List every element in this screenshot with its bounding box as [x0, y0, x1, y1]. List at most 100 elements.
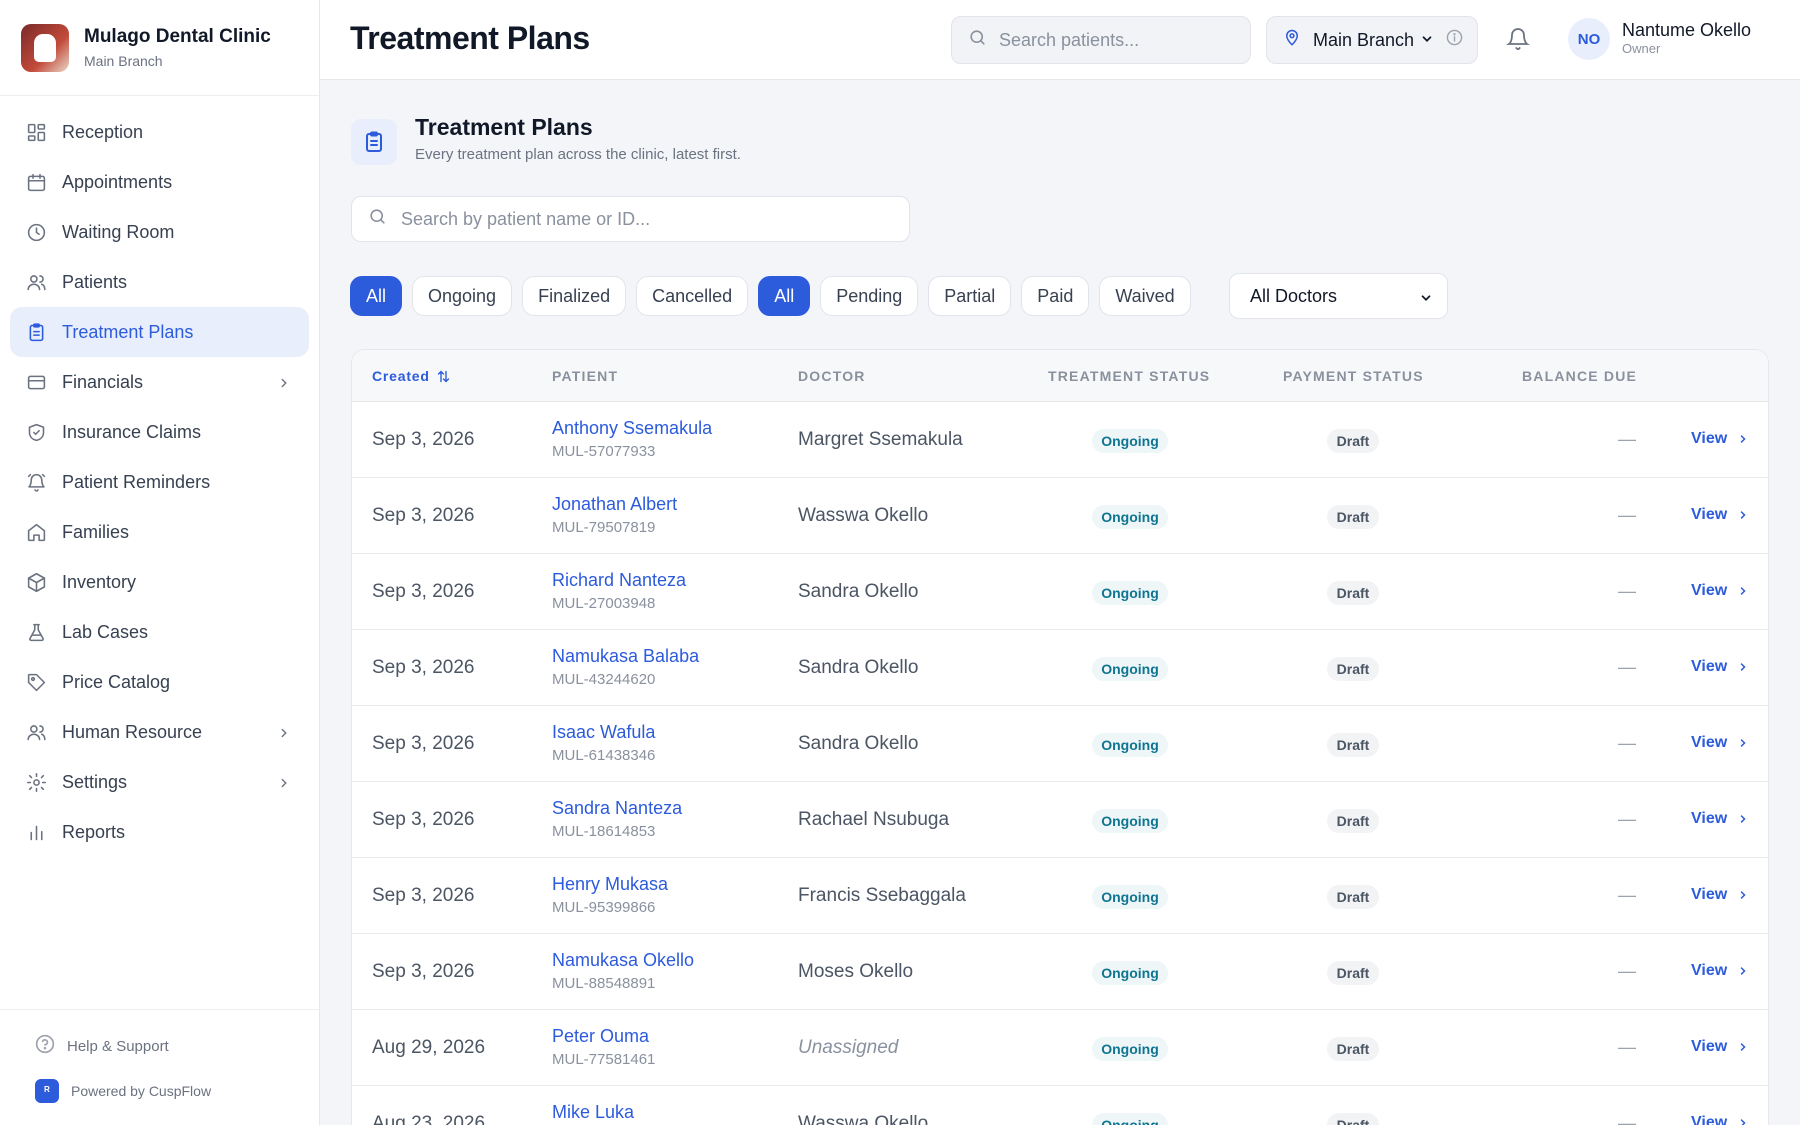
patient-search-input[interactable] — [999, 29, 1239, 51]
patient-name-link[interactable]: Anthony Ssemakula — [552, 418, 712, 439]
view-plan-link[interactable]: View — [1691, 810, 1749, 828]
sidebar-item-price-catalog[interactable]: Price Catalog — [10, 657, 309, 707]
sidebar-item-reports[interactable]: Reports — [10, 807, 309, 857]
table-row[interactable]: Sep 3, 2026 Richard Nanteza MUL-27003948 Sa… — [352, 554, 1768, 630]
view-plan-link[interactable]: View — [1691, 1114, 1749, 1125]
section-title: Treatment Plans — [415, 114, 593, 140]
view-plan-link[interactable]: View — [1691, 582, 1749, 600]
table-row[interactable]: Sep 3, 2026 Anthony Ssemakula MUL-57077933… — [352, 402, 1768, 478]
payment-filter-paid[interactable]: Paid — [1021, 276, 1090, 316]
balance-due: — — [1618, 733, 1636, 753]
sidebar-item-waiting-room[interactable]: Waiting Room — [10, 207, 309, 257]
sidebar-item-patient-reminders[interactable]: Patient Reminders — [10, 457, 309, 507]
user-avatar[interactable]: NO — [1568, 18, 1610, 60]
table-body: Sep 3, 2026 Anthony Ssemakula MUL-57077933… — [352, 402, 1768, 1125]
user-name: Nantume Okello — [1622, 20, 1752, 40]
help-support-link[interactable]: Help & Support — [35, 1034, 169, 1058]
patient-name-link[interactable]: Namukasa Balaba — [552, 646, 699, 667]
sidebar-item-patients[interactable]: Patients — [10, 257, 309, 307]
treatment-filter-cancelled[interactable]: Cancelled — [636, 276, 749, 316]
view-plan-link[interactable]: View — [1691, 506, 1749, 524]
payment-filter-pending[interactable]: Pending — [820, 276, 919, 316]
column-created-sort[interactable]: Created — [372, 368, 451, 384]
table-row[interactable]: Sep 3, 2026 Namukasa Balaba MUL-43244620 Sa… — [352, 630, 1768, 706]
sidebar-item-lab-cases[interactable]: Lab Cases — [10, 607, 309, 657]
patient-name-link[interactable]: Isaac Wafula — [552, 722, 655, 743]
treatment-filter-finalized[interactable]: Finalized — [522, 276, 627, 316]
patient-name-link[interactable]: Richard Nanteza — [552, 570, 686, 591]
doctor-name: Rachael Nsubuga — [798, 809, 950, 830]
sidebar-item-financials[interactable]: Financials — [10, 357, 309, 407]
treatment-filter-all[interactable]: All — [350, 276, 403, 316]
balance-due: — — [1618, 505, 1636, 525]
table-row[interactable]: Sep 3, 2026 Jonathan Albert MUL-79507819 Wa… — [352, 478, 1768, 554]
info-icon[interactable] — [1446, 29, 1463, 51]
patient-name-link[interactable]: Jonathan Albert — [552, 494, 677, 515]
sidebar-item-families[interactable]: Families — [10, 507, 309, 557]
view-label: View — [1691, 430, 1728, 447]
treatment-filter-ongoing[interactable]: Ongoing — [412, 276, 513, 316]
created-date: Sep 3, 2026 — [372, 581, 475, 602]
payment-filter-partial[interactable]: Partial — [928, 276, 1012, 316]
patient-name-link[interactable]: Mike Luka — [552, 1102, 634, 1123]
view-plan-link[interactable]: View — [1691, 886, 1749, 904]
patient-name-link[interactable]: Henry Mukasa — [552, 874, 668, 895]
users-icon — [25, 721, 47, 743]
sidebar-item-insurance-claims[interactable]: Insurance Claims — [10, 407, 309, 457]
chevron-right-icon — [277, 374, 291, 395]
payment-status-badge: Draft — [1327, 429, 1379, 453]
view-label: View — [1691, 886, 1728, 903]
payment-status-badge: Draft — [1327, 733, 1379, 757]
created-date: Aug 23, 2026 — [372, 1113, 486, 1125]
sidebar-item-settings[interactable]: Settings — [10, 757, 309, 807]
treatment-status-badge: Ongoing — [1092, 581, 1168, 605]
patient-search-box[interactable] — [951, 16, 1251, 64]
view-plan-link[interactable]: View — [1691, 1038, 1749, 1056]
sidebar-item-label: Human Resource — [62, 721, 203, 742]
sidebar-item-treatment-plans[interactable]: Treatment Plans — [10, 307, 309, 357]
patient-id: MUL-18614853 — [552, 823, 656, 840]
sidebar-item-appointments[interactable]: Appointments — [10, 157, 309, 207]
plan-search-input[interactable] — [401, 208, 881, 230]
patient-name-link[interactable]: Peter Ouma — [552, 1026, 649, 1047]
branch-select[interactable]: Main Branch — [1266, 16, 1478, 64]
balance-due: — — [1618, 1037, 1636, 1057]
column-balance-due: BALANCE DUE — [1522, 368, 1638, 384]
view-plan-link[interactable]: View — [1691, 962, 1749, 980]
doctor-filter-select[interactable]: All Doctors — [1229, 273, 1448, 319]
brand[interactable]: Mulago Dental Clinic Main Branch — [0, 0, 319, 96]
notifications-bell-icon[interactable] — [1506, 27, 1530, 56]
view-plan-link[interactable]: View — [1691, 658, 1749, 676]
table-row[interactable]: Aug 23, 2026 Mike Luka Wasswa Okello Ongoin… — [352, 1086, 1768, 1125]
created-date: Aug 29, 2026 — [372, 1037, 486, 1058]
sidebar-item-reception[interactable]: Reception — [10, 107, 309, 157]
sidebar-item-inventory[interactable]: Inventory — [10, 557, 309, 607]
search-icon — [368, 207, 387, 231]
help-support-label: Help & Support — [67, 1037, 169, 1055]
payment-status-badge: Draft — [1327, 1037, 1379, 1061]
page-title: Treatment Plans — [350, 20, 590, 56]
payment-filter-all[interactable]: All — [758, 276, 811, 316]
sidebar-item-human-resource[interactable]: Human Resource — [10, 707, 309, 757]
treatment-plans-table: Created PATIENT DOCTOR TREATMENT STATUS … — [351, 349, 1769, 1125]
view-plan-link[interactable]: View — [1691, 430, 1749, 448]
balance-due: — — [1618, 429, 1636, 449]
table-row[interactable]: Sep 3, 2026 Henry Mukasa MUL-95399866 Franc… — [352, 858, 1768, 934]
table-row[interactable]: Aug 29, 2026 Peter Ouma MUL-77581461 Unassi… — [352, 1010, 1768, 1086]
clinic-branch: Main Branch — [84, 53, 163, 69]
payment-filter-waived[interactable]: Waived — [1099, 276, 1191, 316]
clipboard-icon — [351, 119, 397, 165]
table-row[interactable]: Sep 3, 2026 Namukasa Okello MUL-88548891 Mo… — [352, 934, 1768, 1010]
doctor-name: Wasswa Okello — [798, 505, 929, 526]
view-label: View — [1691, 582, 1728, 599]
topbar: Treatment Plans Main Branch NO Nantume O… — [320, 0, 1800, 80]
table-row[interactable]: Sep 3, 2026 Isaac Wafula MUL-61438346 Sandr… — [352, 706, 1768, 782]
view-plan-link[interactable]: View — [1691, 734, 1749, 752]
patient-name-link[interactable]: Namukasa Okello — [552, 950, 694, 971]
table-row[interactable]: Sep 3, 2026 Sandra Nanteza MUL-18614853 Rac… — [352, 782, 1768, 858]
section-subtitle: Every treatment plan across the clinic, … — [415, 146, 741, 163]
plan-search-box[interactable] — [351, 196, 910, 242]
patient-name-link[interactable]: Sandra Nanteza — [552, 798, 682, 819]
treatment-status-badge: Ongoing — [1092, 961, 1168, 985]
treatment-status-badge: Ongoing — [1092, 885, 1168, 909]
